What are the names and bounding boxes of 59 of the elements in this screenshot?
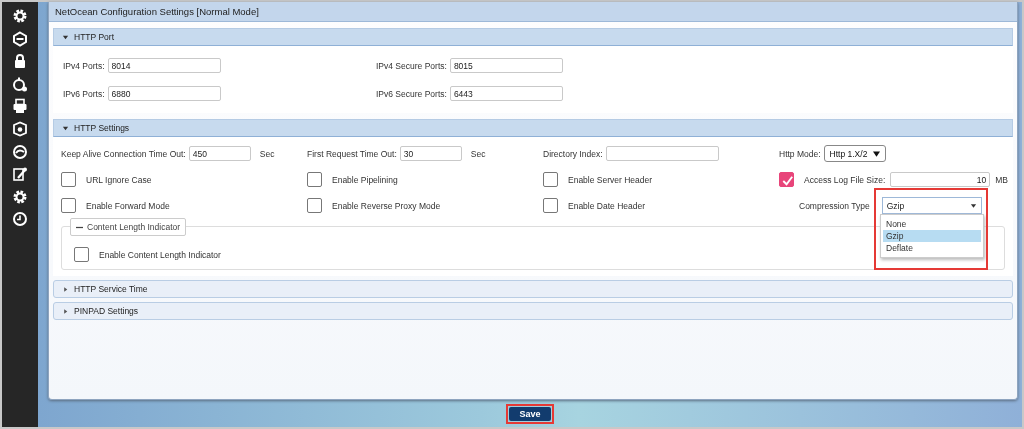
field-label: Keep Alive Connection Time Out: [61, 148, 186, 159]
window-title: NetOcean Configuration Settings [Normal Mode] [55, 6, 259, 17]
field-label: Compression Type [799, 200, 870, 211]
dropdown-option[interactable]: Deflate [883, 242, 981, 254]
lock-icon[interactable] [12, 53, 28, 70]
unit-label: MB [995, 174, 1008, 185]
port-field[interactable]: 8015 [449, 58, 563, 73]
caret-down-icon [873, 150, 881, 157]
highlight-frame [506, 403, 554, 424]
field-label: Directory Index: [543, 148, 603, 159]
checkbox-label: Enable Date Header [568, 200, 646, 211]
stopwatch-icon[interactable] [12, 75, 28, 92]
checkbox-label: Enable Forward Mode [86, 200, 170, 211]
section-header[interactable]: PINPAD Settings [53, 302, 1013, 320]
checkbox[interactable] [543, 172, 558, 187]
compression-dropdown[interactable]: Gzip [881, 197, 982, 214]
input-field[interactable]: 10 [890, 172, 991, 187]
checkbox-label: URL Ignore Case [86, 174, 152, 185]
input-field[interactable]: 450 [188, 146, 251, 161]
checkbox[interactable] [74, 247, 89, 262]
checkbox[interactable] [61, 172, 76, 187]
printer-icon[interactable] [12, 98, 28, 115]
mode-dropdown[interactable]: Http 1.X/2 [823, 145, 887, 162]
checkbox-label: Enable Server Header [568, 174, 653, 185]
gear-icon[interactable] [12, 8, 28, 24]
checkbox-label: Enable Reverse Proxy Mode [332, 200, 441, 211]
save-button[interactable]: Save [509, 406, 551, 421]
checkbox-label: Enable Content Length Indicator [99, 249, 221, 260]
cube-icon[interactable] [12, 120, 28, 137]
fieldset-legend[interactable]: Content Length Indicator [70, 218, 187, 236]
section-header[interactable]: HTTP Port [53, 28, 1013, 46]
unit-label: Sec [470, 148, 486, 159]
field-label: Http Mode: [779, 148, 821, 159]
unit-label: Sec [259, 148, 275, 159]
checkbox[interactable] [779, 172, 794, 187]
dropdown-option[interactable]: Gzip [883, 230, 981, 242]
field-label: IPv6 Ports: [63, 88, 105, 99]
checkbox-label: Access Log File Size: [804, 174, 886, 185]
clock-icon[interactable] [12, 211, 28, 228]
field-label: IPv6 Secure Ports: [376, 88, 447, 99]
port-field[interactable]: 6880 [107, 86, 221, 101]
checkbox[interactable] [543, 198, 558, 213]
input-field[interactable]: 30 [399, 146, 462, 161]
checkbox[interactable] [61, 198, 76, 213]
section-header[interactable]: HTTP Service Time [53, 280, 1013, 298]
checkbox[interactable] [307, 172, 322, 187]
hexagon-icon[interactable] [12, 30, 28, 47]
gear-icon[interactable] [12, 188, 28, 205]
dropdown-option[interactable]: None [883, 218, 981, 230]
caret-down-icon [969, 202, 977, 209]
input-field[interactable] [605, 146, 719, 161]
checkbox[interactable] [307, 198, 322, 213]
section-header[interactable]: HTTP Settings [53, 119, 1013, 137]
field-label: IPv4 Secure Ports: [376, 60, 447, 71]
port-field[interactable]: 8014 [107, 58, 221, 73]
port-field[interactable]: 6443 [449, 86, 563, 101]
checkbox-label: Enable Pipelining [332, 174, 398, 185]
field-label: IPv4 Ports: [63, 60, 105, 71]
field-label: First Request Time Out: [307, 148, 397, 159]
